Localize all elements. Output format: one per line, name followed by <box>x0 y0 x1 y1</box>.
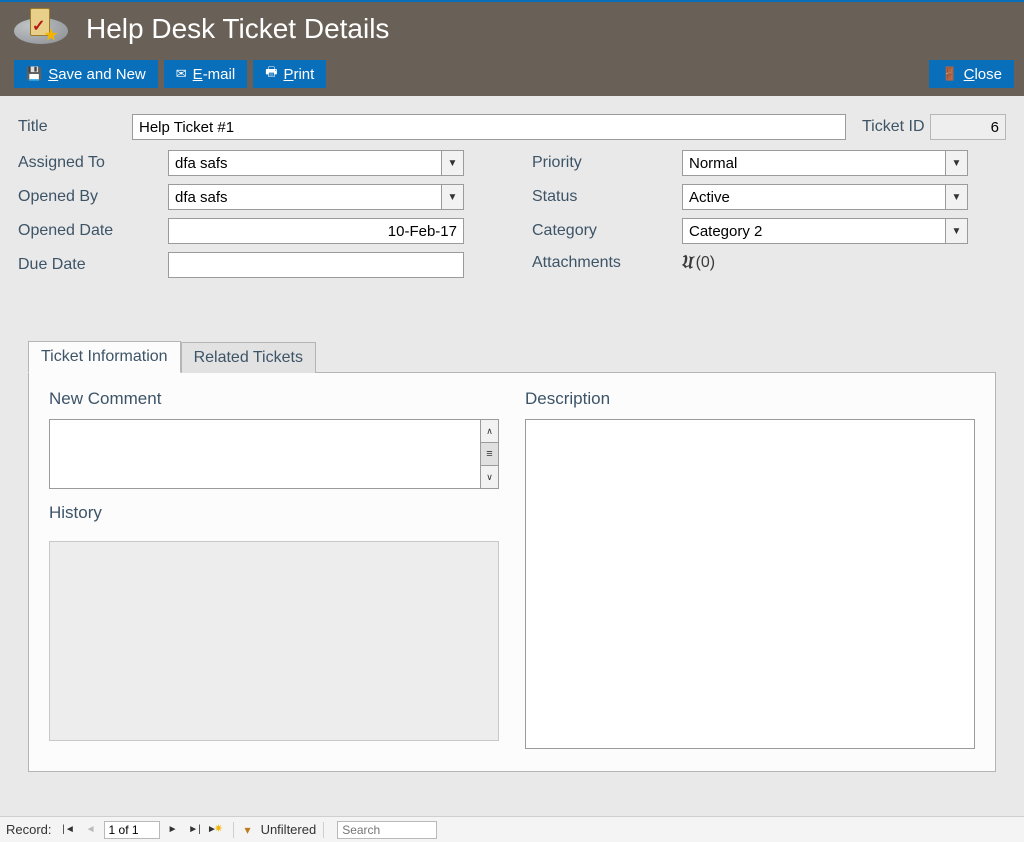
due-date-input[interactable] <box>168 252 464 278</box>
new-comment-label: New Comment <box>49 389 499 409</box>
close-button[interactable]: 🚪 Close <box>929 60 1014 88</box>
priority-combo[interactable]: ▼ <box>682 150 968 176</box>
priority-label: Priority <box>532 154 682 172</box>
spin-menu-icon[interactable]: ≡ <box>481 443 498 466</box>
new-comment-box: ∧ ≡ ∨ <box>49 419 499 489</box>
history-box <box>49 541 499 741</box>
status-input[interactable] <box>683 185 945 209</box>
save-and-new-button[interactable]: 💾 Save and New <box>14 60 158 88</box>
new-comment-textarea[interactable] <box>50 420 480 488</box>
category-combo[interactable]: ▼ <box>682 218 968 244</box>
spin-down-icon[interactable]: ∨ <box>481 466 498 488</box>
assigned-to-input[interactable] <box>169 151 441 175</box>
opened-date-label: Opened Date <box>18 222 168 240</box>
mail-icon: ✉ <box>176 66 187 82</box>
chevron-down-icon[interactable]: ▼ <box>945 151 967 175</box>
door-icon: 🚪 <box>941 66 957 82</box>
chevron-down-icon[interactable]: ▼ <box>945 185 967 209</box>
category-label: Category <box>532 222 682 240</box>
assigned-to-combo[interactable]: ▼ <box>168 150 464 176</box>
chevron-down-icon[interactable]: ▼ <box>441 151 463 175</box>
nav-new-button[interactable]: ►✷ <box>208 821 226 839</box>
opened-by-label: Opened By <box>18 188 168 206</box>
toolbar: 💾 Save and New ✉ E-mail 🖶 Print 🚪 Close <box>10 56 1014 92</box>
spin-controls: ∧ ≡ ∨ <box>480 420 498 488</box>
filter-icon: ▾ <box>245 823 251 837</box>
print-button[interactable]: 🖶 Print <box>253 60 326 88</box>
tab-ticket-information[interactable]: Ticket Information <box>28 341 181 373</box>
category-input[interactable] <box>683 219 945 243</box>
attachments-control[interactable]: 𝔘 (0) <box>682 252 715 273</box>
due-date-label: Due Date <box>18 256 168 274</box>
page-title: Help Desk Ticket Details <box>86 13 389 45</box>
status-combo[interactable]: ▼ <box>682 184 968 210</box>
chevron-down-icon[interactable]: ▼ <box>441 185 463 209</box>
ticket-id-label: Ticket ID <box>862 118 930 136</box>
attachments-count: (0) <box>696 254 716 272</box>
history-label: History <box>49 503 499 523</box>
opened-date-input[interactable] <box>168 218 464 244</box>
priority-input[interactable] <box>683 151 945 175</box>
record-navigator: Record: |◄ ◄ ► ►| ►✷ ▾ Unfiltered <box>0 816 1024 842</box>
title-label: Title <box>18 118 132 136</box>
paperclip-icon: 𝔘 <box>680 251 695 274</box>
title-input[interactable] <box>132 114 846 140</box>
record-search-input[interactable] <box>337 821 437 839</box>
form-area: Title Ticket ID Assigned To ▼ Opened By … <box>0 96 1024 772</box>
description-box[interactable] <box>525 419 975 749</box>
print-icon: 🖶 <box>265 63 277 85</box>
attachments-label: Attachments <box>532 254 682 272</box>
filter-status[interactable]: Unfiltered <box>261 822 317 837</box>
nav-last-button[interactable]: ►| <box>186 821 204 839</box>
header-bar: ✓ Help Desk Ticket Details 💾 Save and Ne… <box>0 2 1024 96</box>
tab-related-tickets[interactable]: Related Tickets <box>181 342 316 373</box>
chevron-down-icon[interactable]: ▼ <box>945 219 967 243</box>
status-label: Status <box>532 188 682 206</box>
record-position-input[interactable] <box>104 821 160 839</box>
description-label: Description <box>525 389 975 409</box>
opened-by-combo[interactable]: ▼ <box>168 184 464 210</box>
nav-prev-button[interactable]: ◄ <box>82 821 100 839</box>
tabs: Ticket Information Related Tickets New C… <box>28 340 996 772</box>
assigned-to-label: Assigned To <box>18 154 168 172</box>
opened-by-input[interactable] <box>169 185 441 209</box>
header-title-row: ✓ Help Desk Ticket Details <box>10 2 1014 56</box>
record-label: Record: <box>6 822 52 837</box>
tab-panel: New Comment ∧ ≡ ∨ History Description <box>28 372 996 772</box>
nav-first-button[interactable]: |◄ <box>60 821 78 839</box>
app-icon: ✓ <box>14 10 68 48</box>
spin-up-icon[interactable]: ∧ <box>481 420 498 443</box>
email-button[interactable]: ✉ E-mail <box>164 60 247 88</box>
ticket-id-field <box>930 114 1006 140</box>
save-icon: 💾 <box>26 66 42 82</box>
nav-next-button[interactable]: ► <box>164 821 182 839</box>
